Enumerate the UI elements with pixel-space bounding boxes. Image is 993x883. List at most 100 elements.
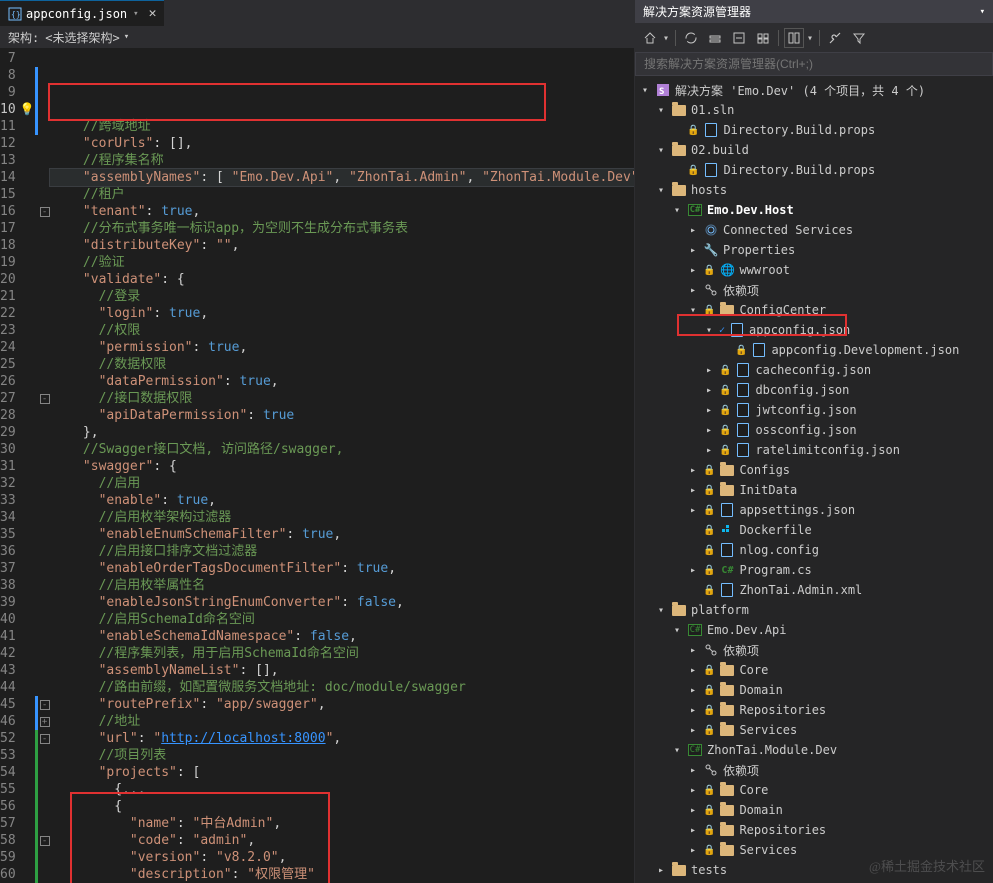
tree-item[interactable]: ▸🔒ratelimitconfig.json	[635, 440, 993, 460]
code-line[interactable]: "description": "权限管理"	[50, 866, 634, 883]
fold-icon[interactable]: -	[40, 394, 50, 404]
code-line[interactable]: "name": "中台Admin",	[50, 815, 634, 832]
expand-icon[interactable]: ▸	[687, 285, 699, 296]
code-line[interactable]: //启用SchemaId命名空间	[50, 611, 634, 628]
tree-item[interactable]: ▸Connected Services	[635, 220, 993, 240]
lightbulb-icon[interactable]: 💡	[20, 101, 35, 118]
tree-item[interactable]: ▸🔒ZhonTai.Admin.xml	[635, 580, 993, 600]
code-line[interactable]: //Swagger接口文档, 访问路径/swagger,	[50, 441, 634, 458]
code-line[interactable]: "projects": [	[50, 764, 634, 781]
close-icon[interactable]: ✕	[149, 6, 157, 21]
fold-icon[interactable]: +	[40, 717, 50, 727]
tree-item[interactable]: ▸🔒jwtconfig.json	[635, 400, 993, 420]
tree-item[interactable]: ▸🔒Directory.Build.props	[635, 160, 993, 180]
code-line[interactable]: "enableOrderTagsDocumentFilter": true,	[50, 560, 634, 577]
tree-item[interactable]: ▾✓appconfig.json	[635, 320, 993, 340]
expand-icon[interactable]: ▸	[703, 405, 715, 416]
tree-item[interactable]: ▸🔒cacheconfig.json	[635, 360, 993, 380]
tree-item[interactable]: ▸🔒nlog.config	[635, 540, 993, 560]
dropdown-icon[interactable]: ▾	[980, 7, 985, 17]
expand-icon[interactable]: ▾	[671, 205, 683, 216]
expand-icon[interactable]: ▸	[703, 365, 715, 376]
code-line[interactable]: //程序集名称	[50, 152, 634, 169]
code-line[interactable]: "url": "http://localhost:8000",	[50, 730, 634, 747]
code-line[interactable]: //登录	[50, 288, 634, 305]
fold-icon[interactable]: -	[40, 734, 50, 744]
code-line[interactable]: "code": "admin",	[50, 832, 634, 849]
code-line[interactable]: "enable": true,	[50, 492, 634, 509]
code-line[interactable]: //验证	[50, 254, 634, 271]
tree-item[interactable]: ▸🔒Repositories	[635, 700, 993, 720]
expand-icon[interactable]: ▸	[687, 245, 699, 256]
code-line[interactable]: //启用	[50, 475, 634, 492]
tree-item[interactable]: ▾platform	[635, 600, 993, 620]
expand-icon[interactable]: ▾	[655, 105, 667, 116]
code-line[interactable]: "enableJsonStringEnumConverter": false,	[50, 594, 634, 611]
code-line[interactable]: "assemblyNames": [ "Emo.Dev.Api", "ZhonT…	[50, 169, 634, 186]
tree-item[interactable]: ▾01.sln	[635, 100, 993, 120]
chevron-down-icon[interactable]: ▾	[663, 33, 669, 44]
arch-dropdown[interactable]: <未选择架构> ▾	[45, 29, 129, 46]
code-line[interactable]: "corUrls": [],	[50, 135, 634, 152]
tree-item[interactable]: ▾C#Emo.Dev.Api	[635, 620, 993, 640]
tree-item[interactable]: ▸🔒Domain	[635, 680, 993, 700]
code-line[interactable]: "routePrefix": "app/swagger",	[50, 696, 634, 713]
view-icon[interactable]	[785, 29, 803, 47]
tree-item[interactable]: ▸🔧Properties	[635, 240, 993, 260]
tree-item[interactable]: ▸🔒Configs	[635, 460, 993, 480]
expand-icon[interactable]: ▸	[687, 825, 699, 836]
filter-icon[interactable]	[850, 29, 868, 47]
tree-item[interactable]: ▸🔒Repositories	[635, 820, 993, 840]
sync-icon[interactable]	[682, 29, 700, 47]
expand-icon[interactable]: ▸	[687, 485, 699, 496]
expand-icon[interactable]: ▾	[671, 625, 683, 636]
expand-icon[interactable]: ▸	[687, 645, 699, 656]
expand-icon[interactable]: ▸	[703, 445, 715, 456]
tree-item[interactable]: ▸🔒appsettings.json	[635, 500, 993, 520]
solution-root[interactable]: ▾ S 解决方案 'Emo.Dev' (4 个项目，共 4 个)	[635, 80, 993, 100]
tree-item[interactable]: ▾hosts	[635, 180, 993, 200]
pending-icon[interactable]	[706, 29, 724, 47]
code-line[interactable]: //接口数据权限	[50, 390, 634, 407]
tree-item[interactable]: ▸🔒🌐wwwroot	[635, 260, 993, 280]
properties-icon[interactable]	[826, 29, 844, 47]
show-all-icon[interactable]	[754, 29, 772, 47]
tree-item[interactable]: ▸🔒Dockerfile	[635, 520, 993, 540]
tree-item[interactable]: ▾02.build	[635, 140, 993, 160]
expand-icon[interactable]: ▾	[655, 605, 667, 616]
tree-item[interactable]: ▸🔒dbconfig.json	[635, 380, 993, 400]
expand-icon[interactable]: ▾	[655, 185, 667, 196]
tree-item[interactable]: ▸🔒ossconfig.json	[635, 420, 993, 440]
expand-icon[interactable]: ▸	[687, 765, 699, 776]
tree-item[interactable]: ▾C#ZhonTai.Module.Dev	[635, 740, 993, 760]
chevron-down-icon[interactable]: ▾	[807, 33, 813, 44]
expand-icon[interactable]: ▸	[687, 465, 699, 476]
expand-icon[interactable]: ▾	[671, 745, 683, 756]
code-line[interactable]: //项目列表	[50, 747, 634, 764]
code-line[interactable]: //启用枚举架构过滤器	[50, 509, 634, 526]
fold-icon[interactable]: -	[40, 700, 50, 710]
code-line[interactable]: "apiDataPermission": true	[50, 407, 634, 424]
code-line[interactable]: //路由前缀，如配置微服务文档地址: doc/module/swagger	[50, 679, 634, 696]
code-line[interactable]: "tenant": true,	[50, 203, 634, 220]
tree-item[interactable]: ▸🔒C#Program.cs	[635, 560, 993, 580]
tree-item[interactable]: ▸依赖项	[635, 280, 993, 300]
code-line[interactable]: //程序集列表，用于启用SchemaId命名空间	[50, 645, 634, 662]
code-line[interactable]: },	[50, 424, 634, 441]
code-line[interactable]: "dataPermission": true,	[50, 373, 634, 390]
code-line[interactable]: "swagger": {	[50, 458, 634, 475]
tree-item[interactable]: ▸🔒Core	[635, 780, 993, 800]
code-line[interactable]: "distributeKey": "",	[50, 237, 634, 254]
tree-item[interactable]: ▸🔒Directory.Build.props	[635, 120, 993, 140]
search-input[interactable]	[635, 52, 993, 76]
tree-item[interactable]: ▾🔒ConfigCenter	[635, 300, 993, 320]
expand-icon[interactable]: ▸	[687, 705, 699, 716]
expand-icon[interactable]: ▾	[703, 325, 715, 336]
code-line[interactable]: {	[50, 798, 634, 815]
code-line[interactable]: //租户	[50, 186, 634, 203]
tab-active[interactable]: {} appconfig.json ▾ ✕	[0, 0, 164, 26]
expand-icon[interactable]: ▸	[687, 785, 699, 796]
expand-icon[interactable]: ▾	[687, 305, 699, 316]
tree-item[interactable]: ▾C#Emo.Dev.Host	[635, 200, 993, 220]
expand-icon[interactable]: ▸	[687, 265, 699, 276]
